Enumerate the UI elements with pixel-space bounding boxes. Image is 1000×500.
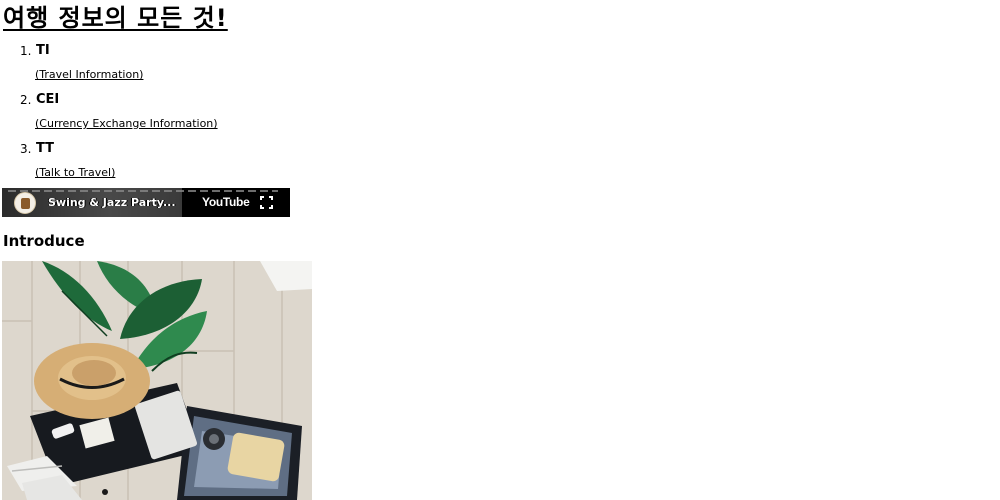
nav-item-number: 1.: [20, 44, 32, 58]
site-title[interactable]: 여행 정보의 모든 것!: [3, 3, 228, 33]
page: 여행 정보의 모든 것! 1. TI (Travel Information) …: [0, 0, 1000, 500]
nav-link-currency-exchange-information[interactable]: (Currency Exchange Information): [35, 117, 218, 131]
travel-illustration: [2, 261, 312, 500]
nav-item-number: 3.: [20, 142, 32, 156]
travel-suitcase-image: [2, 261, 312, 500]
channel-avatar[interactable]: [14, 192, 36, 214]
straw-hat: [34, 343, 150, 419]
video-progress-dots: [8, 190, 278, 192]
introduce-heading: Introduce: [3, 232, 85, 250]
nav-link-talk-to-travel[interactable]: (Talk to Travel): [35, 166, 115, 180]
youtube-video-embed[interactable]: ↪ Swing & Jazz Party... YouTube: [2, 188, 290, 217]
nav-item-abbr: TT: [36, 141, 55, 156]
nav-item-abbr: CEI: [36, 92, 60, 107]
site-title-link[interactable]: 여행 정보의 모든 것!: [3, 4, 228, 32]
nav-item-abbr: TI: [36, 43, 50, 58]
video-title[interactable]: Swing & Jazz Party...: [48, 195, 184, 210]
youtube-logo[interactable]: YouTube: [202, 194, 250, 210]
nav-link-travel-information[interactable]: (Travel Information): [35, 68, 143, 82]
fullscreen-icon[interactable]: [260, 196, 273, 209]
nav-item-number: 2.: [20, 93, 32, 107]
